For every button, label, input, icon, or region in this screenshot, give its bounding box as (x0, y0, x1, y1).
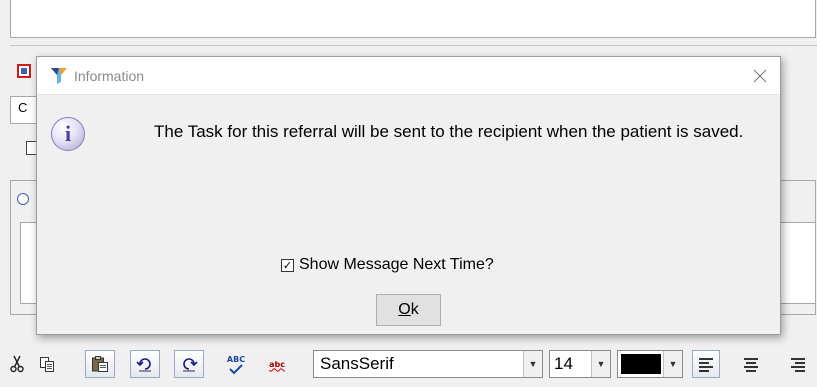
cut-icon[interactable] (2, 350, 32, 378)
app-logo-icon (50, 67, 68, 85)
ok-label-rest: k (410, 301, 419, 318)
dialog-title-bar[interactable]: Information (37, 57, 780, 95)
info-icon: i (51, 117, 85, 151)
align-center-icon[interactable] (736, 350, 764, 378)
show-message-checkbox[interactable]: ✓ Show Message Next Time? (281, 255, 494, 275)
chevron-down-icon[interactable]: ▼ (591, 351, 610, 377)
background-radio (17, 193, 29, 205)
font-color-swatch (621, 354, 661, 374)
close-button[interactable] (740, 57, 780, 94)
information-dialog: Information i The Task for this referral… (36, 56, 781, 335)
dialog-message: The Task for this referral will be sent … (154, 122, 744, 141)
close-icon (753, 69, 767, 82)
strikethrough-spell-icon[interactable]: abc (262, 350, 292, 378)
show-message-label: Show Message Next Time? (299, 256, 494, 273)
align-right-icon[interactable] (782, 350, 810, 378)
ok-button[interactable]: Ok (376, 294, 441, 326)
spell-check-label: ABC (226, 354, 246, 364)
formatting-toolbar: ABC abc SansSerif ▼ 14 ▼ ▼ (0, 350, 817, 387)
font-size-value: 14 (554, 354, 573, 373)
background-text-field (10, 0, 816, 38)
font-family-value: SansSerif (320, 354, 394, 373)
chevron-down-icon[interactable]: ▼ (663, 351, 682, 377)
background-field-text: C (18, 100, 28, 115)
spell-check-icon[interactable]: ABC (221, 350, 251, 378)
font-color-select[interactable]: ▼ (617, 350, 683, 378)
spell-alt-label: abc (269, 359, 285, 369)
redo-icon[interactable] (174, 350, 204, 378)
font-size-select[interactable]: 14 ▼ (549, 350, 611, 378)
chevron-down-icon[interactable]: ▼ (523, 351, 542, 377)
checkmark-icon[interactable]: ✓ (281, 258, 294, 272)
undo-icon[interactable] (130, 350, 160, 378)
ok-mnemonic: O (398, 301, 411, 318)
font-family-select[interactable]: SansSerif ▼ (313, 350, 543, 378)
background-flag-icon (17, 64, 31, 78)
copy-icon[interactable] (32, 350, 62, 378)
paste-icon[interactable] (85, 350, 115, 378)
dialog-title: Information (74, 68, 145, 84)
background-separator (10, 45, 817, 46)
align-left-icon[interactable] (692, 350, 720, 378)
